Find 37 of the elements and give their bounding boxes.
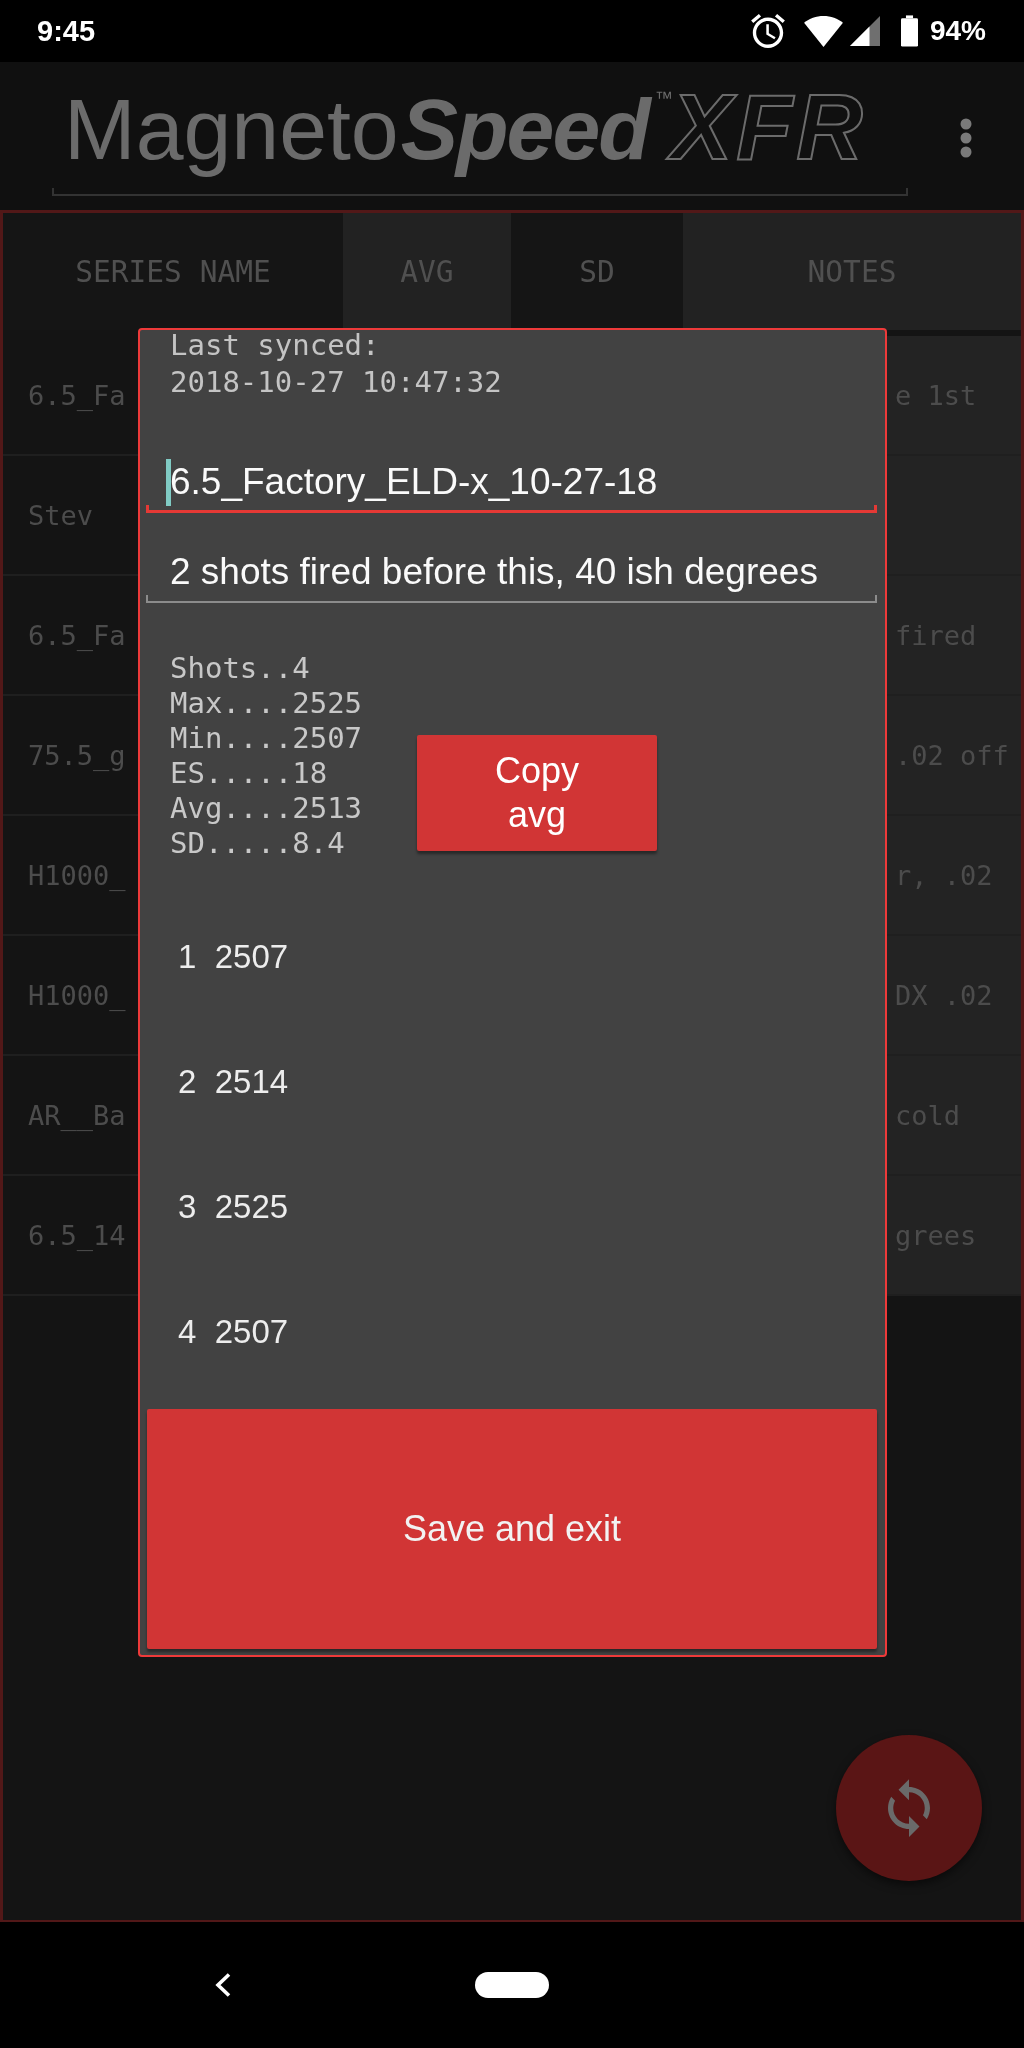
battery-percent: 94% <box>929 15 986 47</box>
sync-label: Last synced: <box>170 327 380 364</box>
stat-line: ES.....18 <box>170 756 328 791</box>
shot-list-item[interactable]: 3 2525 <box>140 1144 885 1269</box>
logo-text: Speed <box>398 79 655 179</box>
save-button[interactable]: Save and exit <box>147 1409 877 1649</box>
alarm-clock-icon <box>750 14 785 48</box>
stat-line: Min....2507 <box>170 721 363 756</box>
stat-line: Max....2525 <box>170 686 363 721</box>
series-name-text: 6.5_Fa <box>28 379 126 411</box>
series-name-text: H1000_ <box>28 859 126 891</box>
more-options-icon[interactable] <box>960 118 972 158</box>
sync-icon <box>888 1779 930 1837</box>
signal-icon <box>849 16 880 46</box>
home-button[interactable] <box>475 1972 549 1998</box>
shot-list-item[interactable]: 1 2507 <box>140 894 885 1019</box>
wifi-icon <box>802 15 844 47</box>
shot-list-item[interactable]: 4 2507 <box>140 1269 885 1394</box>
status-time: 9:45 <box>37 14 96 48</box>
stat-line: Shots..4 <box>170 651 310 686</box>
name-input-field[interactable]: 6.5_Factory_ELD-x_10-27-18 <box>146 440 877 513</box>
logo-text: Magneto <box>64 80 399 179</box>
back-icon[interactable] <box>214 1972 232 1998</box>
stat-line: Avg....2513 <box>170 791 363 826</box>
series-name-text: AR__Ba <box>28 1099 126 1131</box>
series-name-text: H1000_ <box>28 979 126 1011</box>
notes-input-field[interactable]: 2 shots fired before this, 40 ish degrees <box>146 530 877 603</box>
series-name-text: Stev <box>28 499 94 531</box>
stat-line: SD.....8.4 <box>170 826 345 861</box>
copy-button[interactable]: Copy avg <box>417 735 658 851</box>
battery-icon <box>900 15 918 47</box>
series-name-text: 6.5_Fa <box>28 619 126 651</box>
sync-timestamp: 2018-10-27 10:47:32 <box>170 364 502 401</box>
text-cursor-icon <box>166 458 171 506</box>
shot-list-item[interactable]: 2 2514 <box>140 1019 885 1144</box>
series-name-text: 75.5_g <box>28 739 126 771</box>
series-name-text: 6.5_14 <box>28 1219 126 1251</box>
